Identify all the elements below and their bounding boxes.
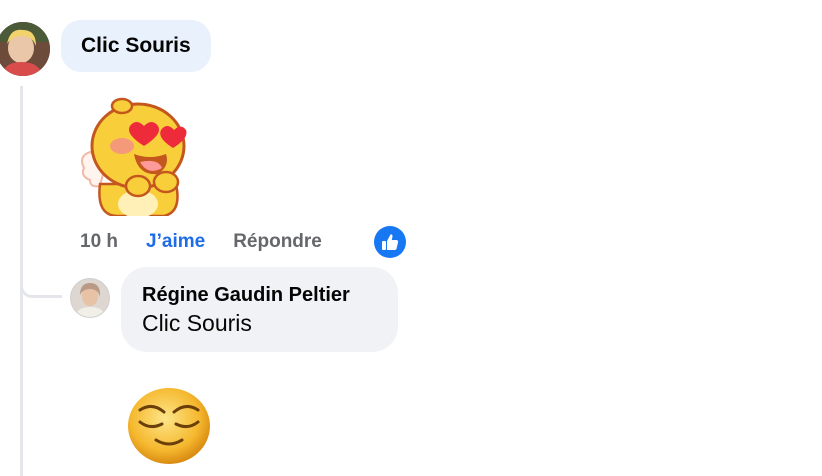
reply-author-name[interactable]: Régine Gaudin Peltier: [142, 282, 377, 308]
comment-actions: 10 h J’aime Répondre: [80, 228, 322, 256]
comment-timestamp[interactable]: 10 h: [80, 231, 118, 253]
heart-eyes-sticker[interactable]: [78, 96, 194, 216]
reply-text: Clic Souris: [142, 310, 252, 336]
thumbs-up-icon[interactable]: [374, 226, 406, 258]
relieved-face-emoji[interactable]: [126, 382, 212, 468]
comment-author-name[interactable]: Clic Souris: [81, 34, 191, 58]
comment-author-avatar[interactable]: [0, 22, 50, 76]
comment-bubble: Clic Souris: [61, 20, 211, 72]
thread-connector: [20, 268, 62, 298]
reply-author-avatar[interactable]: [70, 278, 110, 318]
reply-bubble: Régine Gaudin Peltier Clic Souris: [121, 267, 398, 352]
like-button[interactable]: J’aime: [146, 231, 205, 253]
reply-button[interactable]: Répondre: [233, 231, 322, 253]
